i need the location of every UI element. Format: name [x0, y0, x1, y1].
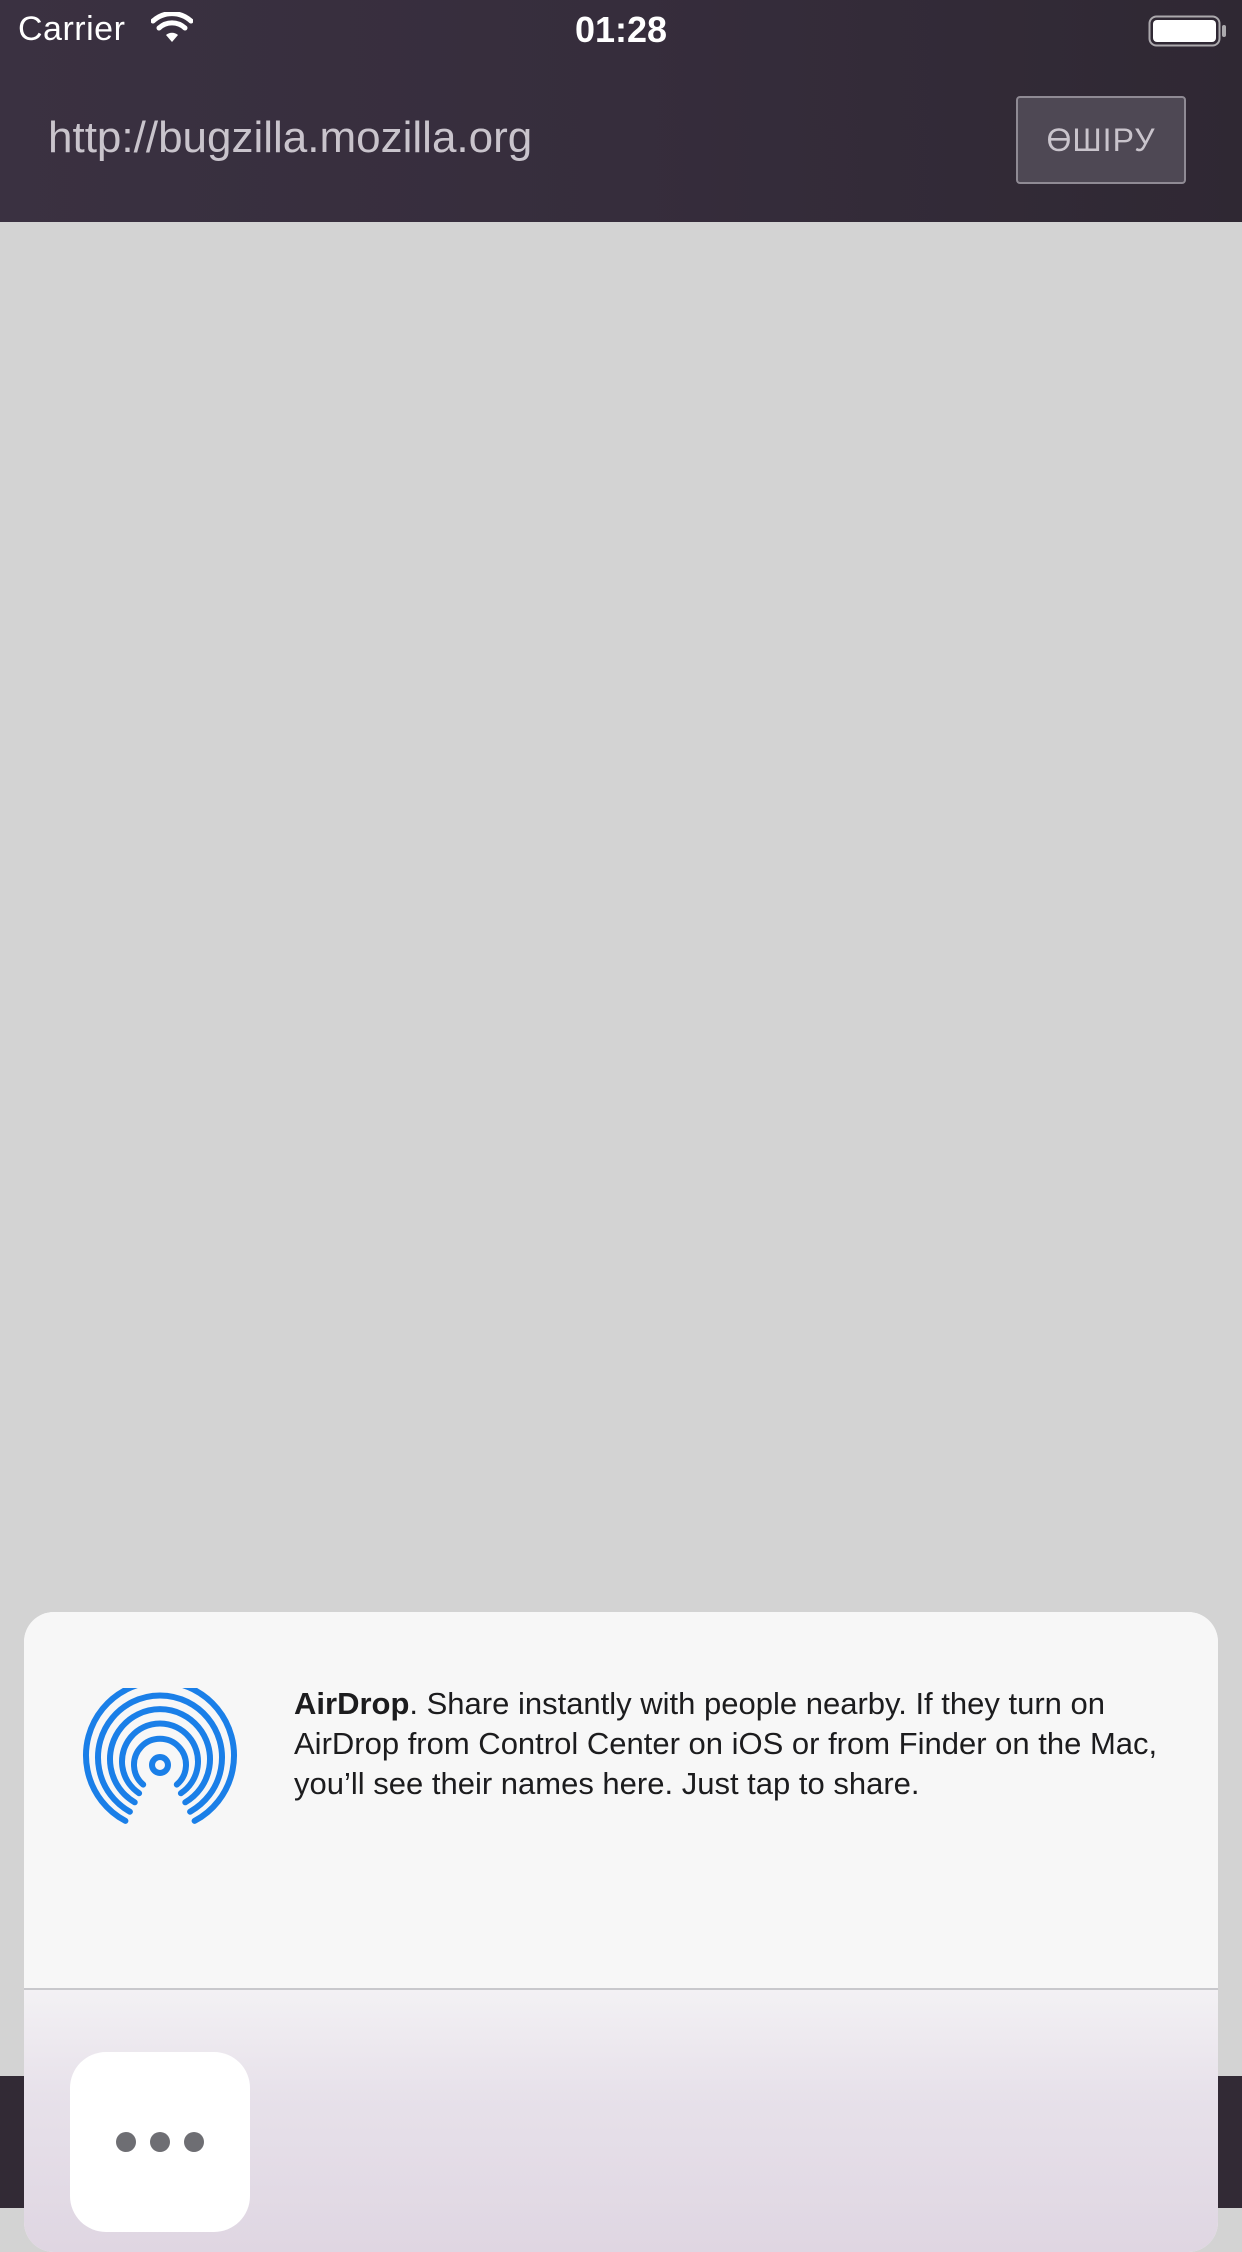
more-icon	[116, 2132, 204, 2152]
airdrop-icon	[83, 1688, 237, 1824]
actions-row	[24, 1990, 1218, 2252]
status-bar: Carrier 01:28	[0, 0, 1242, 62]
more-button[interactable]	[70, 2052, 250, 2232]
airdrop-body: . Share instantly with people nearby. If…	[294, 1686, 1158, 1801]
cancel-button-label: ӨШІРУ	[1046, 121, 1156, 158]
status-time: 01:28	[574, 9, 668, 50]
top-bar: Carrier 01:28 http://bugzilla.mozilla.or…	[0, 0, 1242, 222]
airdrop-title: AirDrop	[294, 1686, 410, 1721]
cancel-button[interactable]: ӨШІРУ	[1016, 96, 1186, 184]
airdrop-section: AirDrop. Share instantly with people nea…	[24, 1612, 1218, 1988]
share-sheet: AirDrop. Share instantly with people nea…	[24, 1612, 1218, 2252]
battery-icon	[1148, 15, 1226, 47]
url-text[interactable]: http://bugzilla.mozilla.org	[48, 113, 532, 163]
airdrop-description: AirDrop. Share instantly with people nea…	[294, 1684, 1194, 1804]
